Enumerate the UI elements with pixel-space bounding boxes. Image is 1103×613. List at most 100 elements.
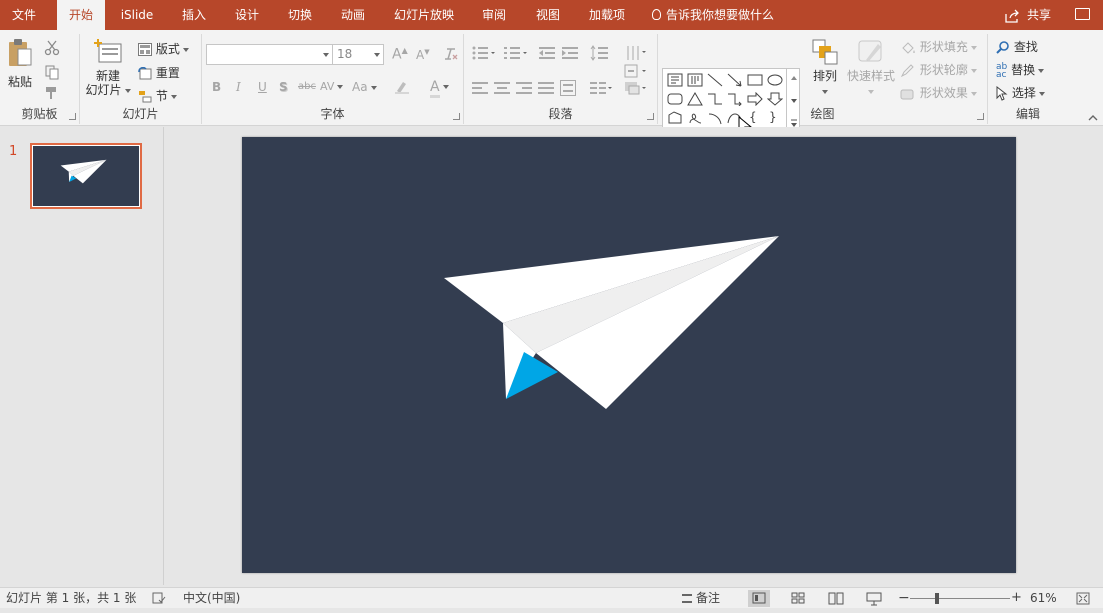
arrow-line-shape-icon[interactable] <box>727 73 743 87</box>
text-direction-icon[interactable] <box>624 45 648 61</box>
shadow-button[interactable]: S <box>279 80 288 94</box>
elbow-arrow-shape-icon[interactable] <box>727 92 743 106</box>
tab-file[interactable]: 文件 <box>0 0 48 30</box>
find-button[interactable]: 查找 <box>996 38 1038 55</box>
align-center-icon[interactable] <box>494 81 510 95</box>
font-color-button[interactable]: A <box>430 79 449 98</box>
grow-font-button[interactable]: A▲ <box>392 46 408 63</box>
smartart-icon[interactable] <box>624 80 648 96</box>
gallery-down-icon[interactable] <box>787 91 801 111</box>
scribble-shape-icon[interactable] <box>687 111 703 125</box>
oval-shape-icon[interactable] <box>767 73 783 87</box>
font-launcher-icon[interactable] <box>453 113 460 120</box>
line-shape-icon[interactable] <box>707 73 723 87</box>
tab-home[interactable]: 开始 <box>57 0 105 30</box>
collapse-ribbon-icon[interactable] <box>1088 114 1098 122</box>
copy-icon[interactable] <box>44 64 60 80</box>
new-slide-button[interactable]: 新建 幻灯片 <box>84 38 132 98</box>
format-painter-icon[interactable] <box>44 86 60 100</box>
quick-styles-button[interactable]: 快速样式 <box>846 38 896 98</box>
reading-view-icon[interactable] <box>825 590 847 607</box>
replace-button[interactable]: ab ac 替换 <box>996 61 1045 79</box>
slide-thumbnail[interactable] <box>30 143 142 209</box>
change-case-button[interactable]: Aa <box>352 80 377 94</box>
char-spacing-button[interactable]: AV <box>320 80 344 93</box>
highlight-icon[interactable] <box>394 79 412 95</box>
fit-to-window-icon[interactable] <box>1076 592 1090 605</box>
comments-icon[interactable] <box>1075 8 1090 20</box>
slideshow-view-icon[interactable] <box>863 590 885 607</box>
freeform-shape-icon[interactable] <box>667 111 683 125</box>
distributed-icon[interactable] <box>560 80 576 96</box>
bullets-icon[interactable] <box>472 46 496 60</box>
paper-plane-image[interactable] <box>242 137 1016 573</box>
align-right-icon[interactable] <box>516 81 532 95</box>
textbox-shape-icon[interactable] <box>667 73 683 87</box>
normal-view-icon[interactable] <box>748 590 770 607</box>
paste-button[interactable]: 粘贴 <box>4 38 36 92</box>
strikethrough-button[interactable]: abc <box>298 81 316 92</box>
shrink-font-button[interactable]: A▼ <box>416 48 430 62</box>
tell-me-search[interactable]: 告诉我你想要做什么 <box>652 0 774 30</box>
cut-icon[interactable] <box>44 40 60 56</box>
rounded-rect-shape-icon[interactable] <box>667 92 683 106</box>
increase-indent-icon[interactable] <box>562 46 578 60</box>
section-button[interactable]: 节 <box>138 87 177 104</box>
gallery-up-icon[interactable] <box>787 68 801 88</box>
clear-formatting-icon[interactable] <box>442 46 458 62</box>
tab-animations[interactable]: 动画 <box>331 0 375 30</box>
shape-effects-button[interactable]: 形状效果 <box>900 84 977 101</box>
shape-fill-button[interactable]: 形状填充 <box>900 38 977 55</box>
font-size-combo[interactable]: 18 <box>332 44 384 65</box>
numbering-icon[interactable] <box>504 46 528 60</box>
underline-button[interactable]: U <box>258 80 267 94</box>
tab-addins[interactable]: 加载项 <box>582 0 632 30</box>
drawing-launcher-icon[interactable] <box>977 113 984 120</box>
justify-icon[interactable] <box>538 81 554 95</box>
zoom-in-button[interactable]: + <box>1011 588 1022 608</box>
elbow-connector-shape-icon[interactable] <box>707 92 723 106</box>
tab-design[interactable]: 设计 <box>225 0 269 30</box>
select-button[interactable]: 选择 <box>996 84 1045 101</box>
align-left-icon[interactable] <box>472 81 488 95</box>
shapes-gallery-scroll[interactable] <box>786 68 800 130</box>
layout-button[interactable]: 版式 <box>138 40 189 57</box>
language-text[interactable]: 中文(中国) <box>183 588 240 608</box>
align-text-icon[interactable] <box>624 64 648 78</box>
shape-outline-button[interactable]: 形状轮廓 <box>900 61 977 78</box>
tab-insert[interactable]: 插入 <box>172 0 216 30</box>
tab-review[interactable]: 审阅 <box>472 0 516 30</box>
zoom-out-button[interactable]: − <box>898 588 910 608</box>
notes-button[interactable]: 备注 <box>682 588 720 608</box>
tab-slideshow[interactable]: 幻灯片放映 <box>388 0 460 30</box>
spellcheck-icon[interactable] <box>152 592 166 604</box>
clipboard-launcher-icon[interactable] <box>69 113 76 120</box>
slide-canvas[interactable] <box>242 137 1016 573</box>
share-icon <box>1005 9 1019 23</box>
tab-transitions[interactable]: 切换 <box>278 0 322 30</box>
zoom-level[interactable]: 61% <box>1030 588 1057 608</box>
paragraph-launcher-icon[interactable] <box>647 113 654 120</box>
shapes-gallery: { } <box>662 68 800 136</box>
line-spacing-icon[interactable] <box>590 45 614 61</box>
bold-button[interactable]: B <box>212 80 221 94</box>
decrease-indent-icon[interactable] <box>539 46 555 60</box>
italic-button[interactable]: I <box>236 80 241 94</box>
columns-icon[interactable] <box>590 81 614 95</box>
zoom-slider-track[interactable] <box>910 598 1010 599</box>
tab-islide[interactable]: iSlide <box>115 0 159 30</box>
zoom-slider-thumb[interactable] <box>935 593 939 604</box>
down-arrow-shape-icon[interactable] <box>767 92 783 106</box>
reset-button[interactable]: 重置 <box>138 64 180 81</box>
right-arrow-shape-icon[interactable] <box>747 92 763 106</box>
arrange-button[interactable]: 排列 <box>808 38 842 98</box>
arc-shape-icon[interactable] <box>707 111 723 125</box>
slide-sorter-icon[interactable] <box>787 590 809 607</box>
triangle-shape-icon[interactable] <box>687 92 703 106</box>
vertical-textbox-shape-icon[interactable] <box>687 73 703 87</box>
share-button[interactable]: 共享 <box>1005 0 1051 30</box>
rectangle-shape-icon[interactable] <box>747 73 763 87</box>
font-name-combo[interactable] <box>206 44 333 65</box>
right-brace-shape-icon[interactable]: } <box>769 110 785 124</box>
tab-view[interactable]: 视图 <box>526 0 570 30</box>
